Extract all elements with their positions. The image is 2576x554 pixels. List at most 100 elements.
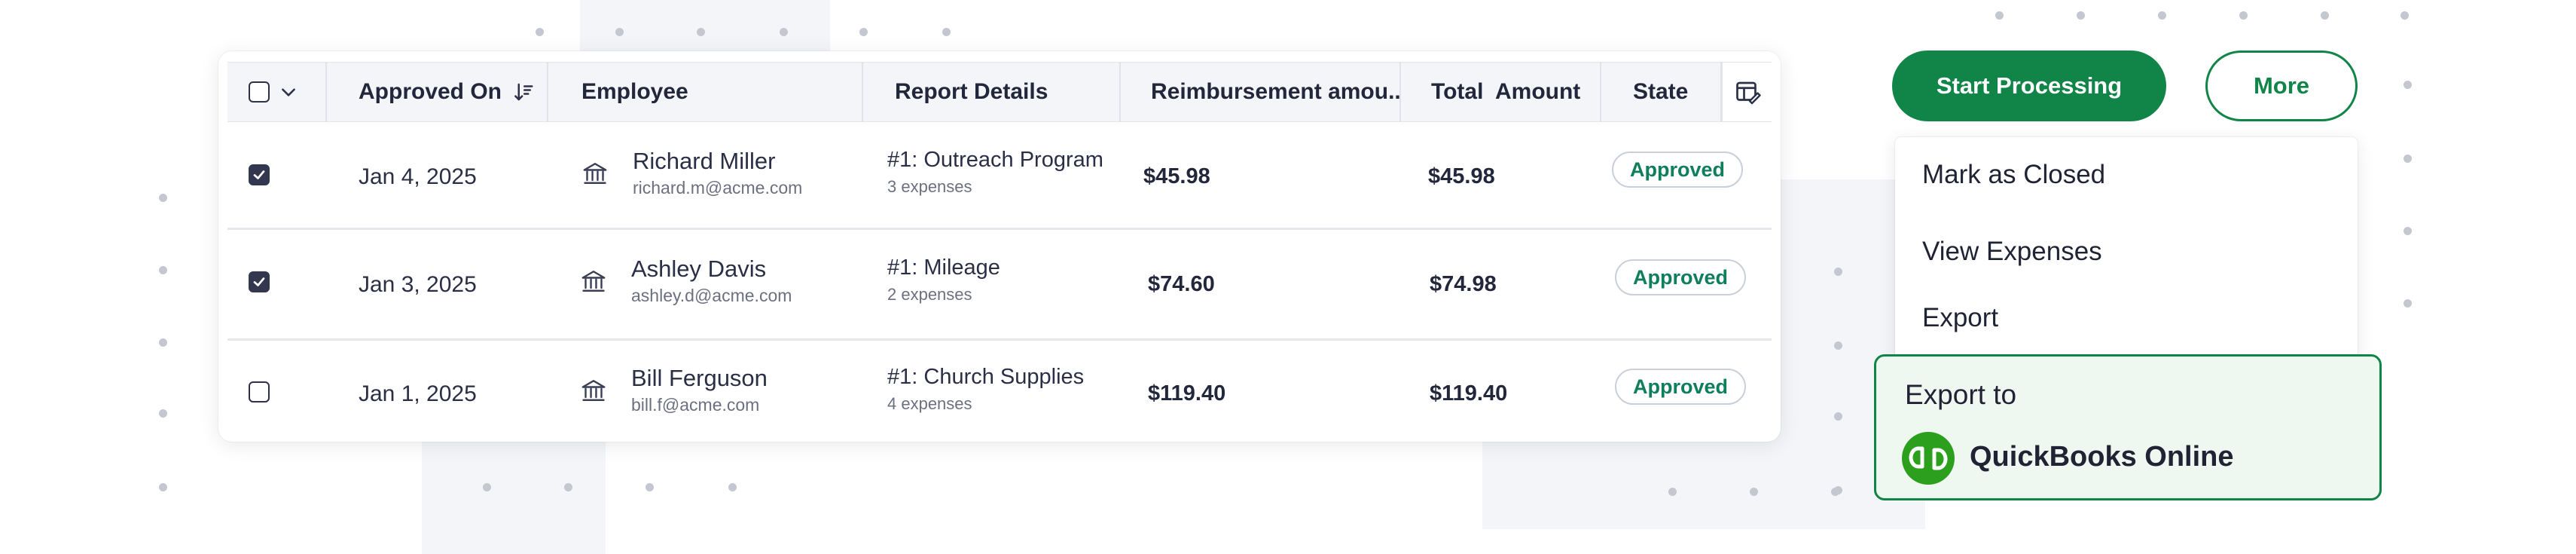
start-processing-button[interactable]: Start Processing [1892,51,2166,121]
column-header-employee-label: Employee [581,79,688,104]
column-settings-icon [1736,81,1761,105]
column-divider [547,63,548,121]
checkmark-icon [253,277,265,286]
total-amount: $45.98 [1428,164,1495,188]
bank-icon [580,268,607,298]
column-header-total-amount[interactable]: Total Amount [1431,63,1580,121]
reimbursement-amount: $119.40 [1148,381,1226,406]
report-details-cell: #1: Outreach Program 3 expenses [887,148,1103,197]
bg-dot [483,483,491,491]
report-details-cell: #1: Mileage 2 expenses [887,256,1000,305]
state-cell: Approved [1615,369,1747,405]
sort-descending-icon[interactable] [512,81,535,103]
employee-cell: Bill Ferguson bill.f@acme.com [631,365,768,415]
more-button[interactable]: More [2205,51,2358,121]
report-expense-count: 2 expenses [887,285,972,304]
total-amount: $119.40 [1430,381,1508,406]
column-header-total-amount-label: Total Amount [1431,79,1581,104]
state-cell: Approved [1615,259,1747,295]
column-header-employee[interactable]: Employee [581,63,688,121]
column-header-state[interactable]: State [1633,63,1688,121]
employee-email: ashley.d@acme.com [631,286,792,305]
bg-dot [697,28,705,36]
column-header-approved-on[interactable]: Approved On [359,63,535,121]
bg-dot [1750,488,1758,496]
row-checkbox[interactable] [249,271,270,292]
report-title[interactable]: #1: Church Supplies [887,365,1084,390]
bg-dot [728,483,737,491]
bg-dot [859,28,868,36]
column-header-reimbursement-label: Reimbursement amou.. [1151,79,1401,104]
column-header-reimbursement[interactable]: Reimbursement amou.. [1151,63,1401,121]
table-row[interactable]: Jan 3, 2025 Ashley Davis ashley.d@acme.c… [227,230,1772,338]
bank-icon [580,377,607,408]
employee-name: Ashley Davis [631,256,767,282]
bg-panel-left [422,442,606,554]
column-header-report-details-label: Report Details [895,79,1048,104]
employee-cell: Ashley Davis ashley.d@acme.com [631,256,792,306]
row-checkbox[interactable] [249,381,270,402]
bg-dot [2401,11,2409,20]
bg-dot [159,194,167,202]
table-header: Approved On Employee Report Details Reim… [227,62,1772,122]
column-divider [1119,63,1121,121]
row-checkbox-cell[interactable] [249,164,270,185]
chevron-down-icon[interactable] [279,82,298,102]
more-dropdown-menu: Mark as Closed View Expenses Export [1895,137,2358,378]
column-divider [1600,63,1601,121]
table-row[interactable]: Jan 1, 2025 Bill Ferguson bill.f@acme.co… [227,341,1772,442]
bg-dot [2321,11,2329,20]
bg-dot [2239,11,2248,20]
bg-dot [1834,268,1842,276]
select-all-control[interactable] [249,63,298,121]
column-header-approved-on-label: Approved On [359,79,502,104]
report-expense-count: 3 expenses [887,177,972,196]
approved-on-date: Jan 3, 2025 [359,272,477,297]
column-divider [325,63,327,121]
table-row[interactable]: Jan 4, 2025 Richard Miller richard.m@acm… [227,121,1772,228]
menu-item-view-expenses[interactable]: View Expenses [1922,237,2102,267]
bg-dot [615,28,624,36]
status-badge: Approved [1615,369,1747,405]
menu-item-mark-as-closed[interactable]: Mark as Closed [1922,160,2105,190]
bg-dot [1834,341,1842,350]
bank-icon [581,160,609,191]
bg-dot [159,338,167,347]
row-checkbox-cell[interactable] [249,381,270,402]
column-settings-button[interactable] [1722,63,1772,121]
bg-dot [942,28,951,36]
bg-panel-top [580,0,830,51]
bg-dot [1831,488,1839,496]
bg-dot [2404,81,2412,89]
column-divider [862,63,863,121]
row-checkbox-cell[interactable] [249,271,270,292]
state-cell: Approved [1612,152,1744,188]
checkmark-icon [253,170,265,179]
export-title: Export to [1905,379,2017,410]
reimbursement-amount: $74.60 [1148,272,1215,296]
column-header-report-details[interactable]: Report Details [895,63,1048,121]
bg-dot [2404,299,2412,308]
column-divider [1399,63,1401,121]
bg-dot [1668,488,1677,496]
export-to-quickbooks-option[interactable]: Export to QuickBooks Online [1874,354,2382,500]
status-badge: Approved [1615,259,1747,295]
report-title[interactable]: #1: Outreach Program [887,148,1103,173]
menu-item-export[interactable]: Export [1922,303,1998,333]
select-all-checkbox[interactable] [249,81,270,103]
bg-dot [2158,11,2166,20]
report-title[interactable]: #1: Mileage [887,256,1000,280]
employee-name: Richard Miller [633,148,776,174]
row-checkbox[interactable] [249,164,270,185]
bg-dot [1834,412,1842,421]
total-amount: $74.98 [1430,272,1497,296]
bg-dot [159,483,167,491]
bg-dot [536,28,544,36]
employee-email: bill.f@acme.com [631,395,760,415]
reports-table: Approved On Employee Report Details Reim… [218,51,1781,442]
employee-cell: Richard Miller richard.m@acme.com [633,148,802,198]
approved-on-date: Jan 4, 2025 [359,164,477,189]
approved-on-date: Jan 1, 2025 [359,381,477,406]
bg-dot [780,28,788,36]
reimbursement-amount: $45.98 [1143,164,1210,188]
